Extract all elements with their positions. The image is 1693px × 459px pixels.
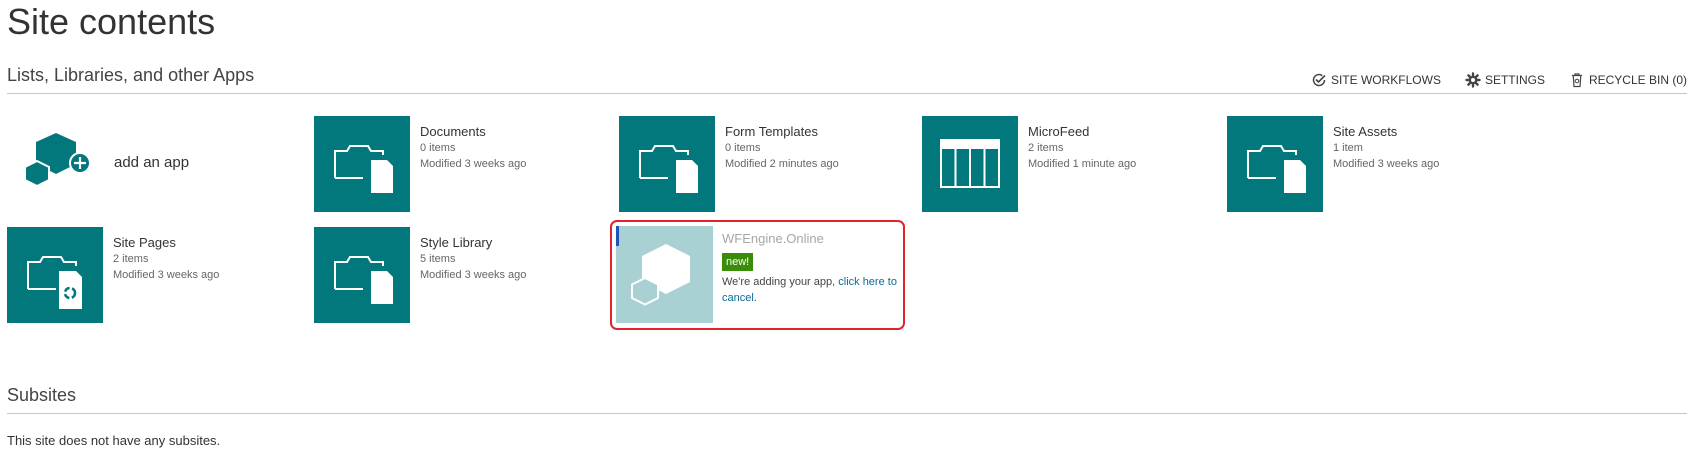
tile-name[interactable]: Site Pages [113, 235, 303, 251]
tile-item-count: 5 items [420, 253, 456, 265]
no-subsites-message: This site does not have any subsites. [7, 433, 221, 448]
document-library-icon [334, 145, 393, 193]
pending-app-thumb [616, 226, 713, 323]
workflow-check-icon [1312, 73, 1326, 87]
pending-app-name: WFEngine.Online [722, 231, 824, 246]
tile-item-count: 2 items [113, 253, 149, 265]
add-app-label: add an app [114, 154, 190, 171]
tile-name[interactable]: MicroFeed [1028, 124, 1218, 140]
tile-modified: Modified 3 weeks ago [420, 269, 527, 281]
document-library-icon [639, 145, 698, 193]
tile-microfeed-info: MicroFeed 2 items Modified 1 minute ago [1028, 124, 1218, 172]
pending-message-text: We're adding your app, [722, 276, 839, 288]
recycle-bin-icon [1571, 73, 1582, 88]
tile-modified: Modified 2 minutes ago [725, 158, 839, 170]
tile-item-count: 2 items [1028, 142, 1064, 154]
tile-name[interactable]: Form Templates [725, 124, 915, 140]
tile-modified: Modified 3 weeks ago [420, 158, 527, 170]
add-app-icon [24, 133, 91, 188]
gear-icon [1465, 72, 1481, 88]
new-badge: new! [722, 253, 754, 271]
settings-label: SETTINGS [1484, 73, 1545, 87]
progress-indicator [616, 226, 619, 246]
tile-name[interactable]: Style Library [420, 235, 610, 251]
document-library-icon [1247, 145, 1306, 193]
pending-app-info: WFEngine.Online new! We're adding your a… [722, 231, 907, 306]
tile-item-count: 0 items [420, 142, 456, 154]
tile-documents: Documents 0 items Modified 3 weeks ago [314, 116, 604, 216]
tile-documents-thumb[interactable] [314, 116, 410, 212]
tile-item-count: 1 item [1333, 142, 1363, 154]
site-workflows-link[interactable]: SITE WORKFLOWS [1311, 72, 1441, 88]
recycle-bin-link[interactable]: RECYCLE BIN (0) [1569, 72, 1687, 88]
document-library-icon [334, 256, 393, 304]
tile-site-assets-thumb[interactable] [1227, 116, 1323, 212]
tile-site-assets: Site Assets 1 item Modified 3 weeks ago [1227, 116, 1517, 216]
tile-form-templates-info: Form Templates 0 items Modified 2 minute… [725, 124, 915, 172]
tile-name[interactable]: Site Assets [1333, 124, 1523, 140]
tile-style-library-info: Style Library 5 items Modified 3 weeks a… [420, 235, 610, 283]
pending-message-end: . [753, 292, 757, 304]
tile-style-library: Style Library 5 items Modified 3 weeks a… [314, 227, 604, 327]
tile-site-assets-info: Site Assets 1 item Modified 3 weeks ago [1333, 124, 1523, 172]
section-actions: SITE WORKFLOWS SETTINGS RECYCLE BIN (0) [1311, 72, 1687, 88]
tile-modified: Modified 3 weeks ago [113, 269, 220, 281]
tile-item-count: 0 items [725, 142, 761, 154]
tile-microfeed: MicroFeed 2 items Modified 1 minute ago [922, 116, 1212, 216]
tile-form-templates-thumb[interactable] [619, 116, 715, 212]
tile-site-pages-thumb[interactable] [7, 227, 103, 323]
settings-link[interactable]: SETTINGS [1465, 72, 1545, 88]
add-an-app-tile[interactable]: add an app [20, 128, 260, 198]
app-hexagon-icon [631, 244, 690, 306]
tile-site-pages: Site Pages 2 items Modified 3 weeks ago [7, 227, 297, 327]
list-icon [940, 139, 1000, 188]
tile-modified: Modified 3 weeks ago [1333, 158, 1440, 170]
page-title: Site contents [7, 1, 216, 42]
tile-modified: Modified 1 minute ago [1028, 158, 1137, 170]
tile-style-library-thumb[interactable] [314, 227, 410, 323]
tile-site-pages-info: Site Pages 2 items Modified 3 weeks ago [113, 235, 303, 283]
site-workflows-label: SITE WORKFLOWS [1330, 73, 1441, 87]
tile-documents-info: Documents 0 items Modified 3 weeks ago [420, 124, 610, 172]
apps-section-title: Lists, Libraries, and other Apps [7, 65, 255, 85]
recycle-bin-label: RECYCLE BIN (0) [1588, 73, 1687, 87]
subsites-section-title: Subsites [7, 385, 77, 405]
tile-name[interactable]: Documents [420, 124, 610, 140]
apps-section-header: Lists, Libraries, and other Apps SITE WO… [7, 64, 1687, 94]
subsites-section-header: Subsites [7, 384, 1687, 414]
wiki-library-icon [27, 256, 82, 309]
tile-form-templates: Form Templates 0 items Modified 2 minute… [619, 116, 909, 216]
tile-microfeed-thumb[interactable] [922, 116, 1018, 212]
pending-app-message: We're adding your app, click here to can… [722, 274, 907, 306]
